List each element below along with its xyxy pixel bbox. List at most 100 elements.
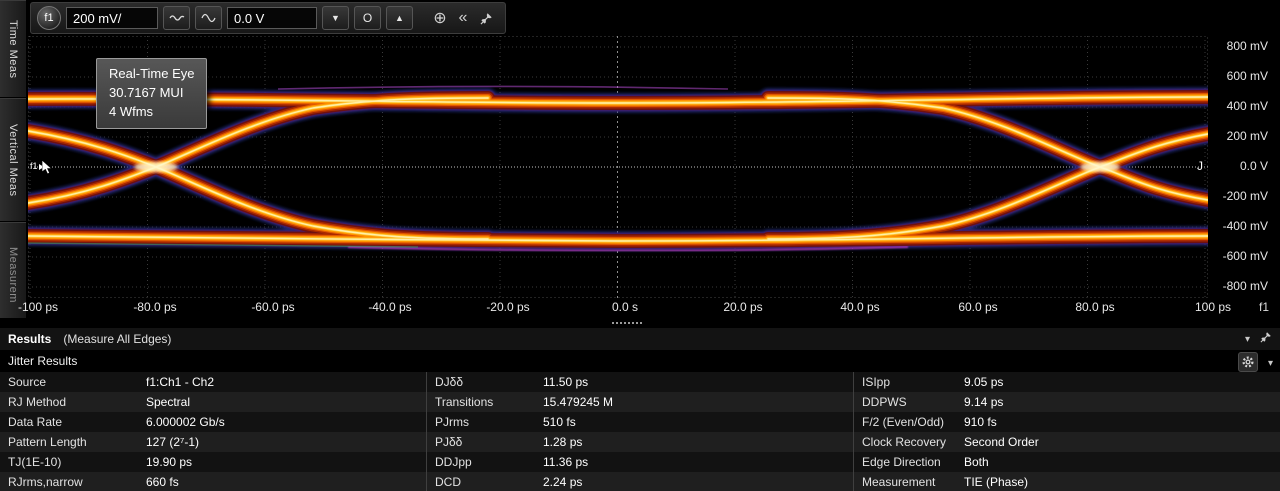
scale-increase-button[interactable] [195,6,222,30]
row-value: Both [964,455,989,469]
small-sine-icon [168,12,186,24]
row-value: 910 fs [964,415,997,429]
panel-splitter[interactable] [0,318,1280,327]
row-label: Transitions [427,395,543,409]
x-axis-label: -40.0 ps [355,300,425,314]
table-row: Edge Direction Both [854,452,1280,472]
x-axis-label: 40.0 ps [825,300,895,314]
tooltip-wfms: 4 Wfms [109,103,194,122]
results-column-2: DJδδ 11.50 ps Transitions 15.479245 M PJ… [426,372,853,491]
results-dropdown-icon[interactable]: ▾ [1245,334,1250,345]
scale-decrease-button[interactable] [163,6,190,30]
row-label: PJδδ [427,435,543,449]
row-value: 127 (2⁷-1) [146,435,199,449]
y-axis-label: 200 mV [1206,129,1268,145]
tooltip-title: Real-Time Eye [109,65,194,84]
jitter-results-section-header: Jitter Results ▾ [0,350,1280,372]
row-label: Pattern Length [0,435,146,449]
row-label: DCD [427,475,543,489]
row-value: 510 fs [543,415,576,429]
mouse-cursor-icon [42,160,54,176]
pushpin-icon [480,12,493,25]
row-value: 11.36 ps [543,455,588,469]
row-value: 1.28 ps [543,435,582,449]
row-label: ISIpp [854,375,964,389]
x-axis-label: 100 ps [1178,300,1248,314]
x-axis-label: 20.0 ps [708,300,778,314]
x-axis-label: -80.0 ps [120,300,190,314]
realtime-eye-tooltip: Real-Time Eye 30.7167 MUI 4 Wfms [96,58,207,129]
table-row: Data Rate 6.000002 Gb/s [0,412,426,432]
table-row: DDPWS 9.14 ps [854,392,1280,412]
tab-time-meas[interactable]: Time Meas [0,0,26,98]
axis-trace-label: f1 [1252,300,1276,314]
table-row: RJ Method Spectral [0,392,426,412]
row-value: 660 fs [146,475,179,489]
row-value: TIE (Phase) [964,475,1028,489]
table-row: ISIpp 9.05 ps [854,372,1280,392]
row-label: DJδδ [427,375,543,389]
results-panel: Results (Measure All Edges) ▾ Jitter Res… [0,328,1280,491]
table-row: Clock Recovery Second Order [854,432,1280,452]
table-row: TJ(1E-10) 19.90 ps [0,452,426,472]
row-label: TJ(1E-10) [0,455,146,469]
right-edge-marker: J [1197,159,1203,173]
add-circle-icon[interactable]: ⊕ [431,7,449,29]
row-value: 9.05 ps [964,375,1003,389]
row-value: 11.50 ps [543,375,588,389]
tab-vertical-meas[interactable]: Vertical Meas [0,98,26,222]
table-row: PJrms 510 fs [427,412,853,432]
tab-label: Measurem [7,247,19,303]
settings-dropdown-icon[interactable]: ▾ [1268,358,1273,369]
table-row: Measurement TIE (Phase) [854,472,1280,491]
row-label: Measurement [854,475,964,489]
y-axis-label: 400 mV [1206,99,1268,115]
row-value: 2.24 ps [543,475,582,489]
y-axis-label: -400 mV [1206,219,1268,235]
row-value: 19.90 ps [146,455,192,469]
row-value: 6.000002 Gb/s [146,415,225,429]
vertical-scale-input[interactable]: 200 mV/ [66,7,158,29]
y-axis-label: -200 mV [1206,189,1268,205]
table-row: DCD 2.24 ps [427,472,853,491]
waveform-toolbar: f1 200 mV/ 0.0 V ▼ O ▲ ⊕ « [30,2,506,34]
f1-source-badge[interactable]: f1 [37,6,61,30]
x-axis-label: -20.0 ps [473,300,543,314]
results-header: Results (Measure All Edges) ▾ [0,328,1280,350]
table-row: DDJpp 11.36 ps [427,452,853,472]
offset-zero-button[interactable]: O [354,6,381,30]
splitter-grip-icon[interactable] [612,322,642,324]
results-column-3: ISIpp 9.05 ps DDPWS 9.14 ps F/2 (Even/Od… [853,372,1280,491]
tab-label: Vertical Meas [7,124,19,197]
large-sine-icon [200,11,218,25]
tab-label: Time Meas [7,20,19,79]
x-axis-label: 60.0 ps [943,300,1013,314]
row-label: RJrms,narrow [0,475,146,489]
offset-down-button[interactable]: ▼ [322,6,349,30]
row-label: Clock Recovery [854,435,964,449]
row-value: Second Order [964,435,1039,449]
results-subtitle: (Measure All Edges) [63,332,171,346]
x-axis-label: -60.0 ps [238,300,308,314]
y-axis-label: -600 mV [1206,249,1268,265]
row-label: DDJpp [427,455,543,469]
y-axis-label: 0.0 V [1206,159,1268,175]
results-settings-button[interactable] [1238,352,1258,372]
jitter-results-table: Source f1:Ch1 - Ch2 RJ Method Spectral D… [0,372,1280,491]
row-label: Data Rate [0,415,146,429]
table-row: DJδδ 11.50 ps [427,372,853,392]
table-row: F/2 (Even/Odd) 910 fs [854,412,1280,432]
collapse-toolbar-icon[interactable]: « [454,7,472,29]
table-row: RJrms,narrow 660 fs [0,472,426,491]
row-label: PJrms [427,415,543,429]
y-axis-label: 800 mV [1206,39,1268,55]
table-row: Source f1:Ch1 - Ch2 [0,372,426,392]
results-column-1: Source f1:Ch1 - Ch2 RJ Method Spectral D… [0,372,426,491]
row-value: 9.14 ps [964,395,1003,409]
offset-up-button[interactable]: ▲ [386,6,413,30]
table-row: Pattern Length 127 (2⁷-1) [0,432,426,452]
results-pin-icon[interactable] [1260,330,1272,348]
offset-input[interactable]: 0.0 V [227,7,317,29]
x-axis-label: 0.0 s [590,300,660,314]
pin-toolbar-icon[interactable] [477,7,495,29]
